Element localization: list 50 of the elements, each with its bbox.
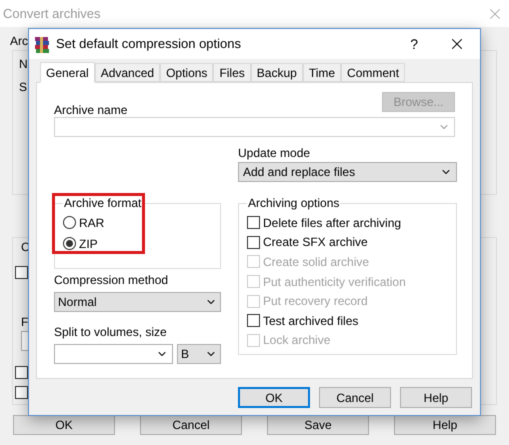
compression-method-select[interactable]: Normal — [54, 292, 221, 312]
dialog-button[interactable]: Help — [394, 415, 496, 435]
books-icon — [34, 36, 50, 52]
field-label: Compression method — [54, 273, 168, 287]
checkbox-label: Put authenticity verification — [263, 274, 406, 291]
radio-button[interactable] — [63, 216, 76, 229]
checkbox-label: Create SFX archive — [263, 234, 368, 252]
checkbox[interactable] — [247, 216, 260, 230]
tab[interactable]: Advanced — [94, 63, 160, 82]
archive-name-field[interactable] — [54, 117, 455, 137]
checkbox-label: Lock archive — [263, 332, 330, 350]
update-mode-select[interactable]: Add and replace files — [238, 162, 457, 182]
radio-label: RAR — [79, 214, 104, 232]
dialog-button[interactable]: Save — [267, 415, 369, 435]
field-label: Update mode — [238, 146, 310, 160]
field-label: N — [19, 57, 29, 71]
radio-label: ZIP — [79, 236, 98, 252]
checkbox[interactable] — [247, 236, 260, 249]
group-label: Arc — [10, 34, 28, 48]
tab[interactable]: Backup — [250, 63, 303, 82]
help-button[interactable]: ? — [410, 34, 418, 54]
checkbox-label: Delete files after archiving — [263, 214, 402, 232]
dialog-button[interactable]: Help — [400, 387, 472, 408]
tab[interactable]: General — [40, 62, 95, 83]
checkbox-label: Test archived files — [263, 312, 358, 330]
dialog-button[interactable]: Cancel — [319, 387, 391, 408]
tab[interactable]: Files — [213, 63, 251, 82]
group-label: Archiving options — [247, 196, 340, 210]
group-label: Archive format — [63, 196, 142, 210]
volume-size-field[interactable] — [54, 344, 173, 364]
field-label: Split to volumes, size — [54, 325, 167, 339]
dialog-button[interactable]: Cancel — [140, 415, 242, 435]
checkbox[interactable] — [15, 366, 28, 379]
dialog-button[interactable]: OK — [238, 387, 310, 408]
dialog-title: Set default compression options — [56, 35, 241, 54]
tab[interactable]: Options — [160, 63, 214, 82]
radio-button[interactable] — [63, 237, 76, 250]
field-label: S — [19, 80, 28, 94]
checkbox[interactable] — [15, 266, 28, 279]
unit-select[interactable]: B — [177, 344, 221, 364]
tab[interactable]: Time — [302, 63, 342, 82]
checkbox-label: Create solid archive — [263, 254, 370, 271]
tab[interactable]: Comment — [341, 63, 406, 82]
field-label: F — [21, 315, 28, 329]
window-title: Convert archives — [3, 4, 101, 23]
checkbox[interactable] — [247, 314, 260, 328]
checkbox-label: Put recovery record — [263, 293, 368, 310]
checkbox[interactable] — [15, 386, 28, 399]
field-label: Archive name — [54, 103, 128, 117]
dialog-button[interactable]: OK — [13, 415, 115, 435]
